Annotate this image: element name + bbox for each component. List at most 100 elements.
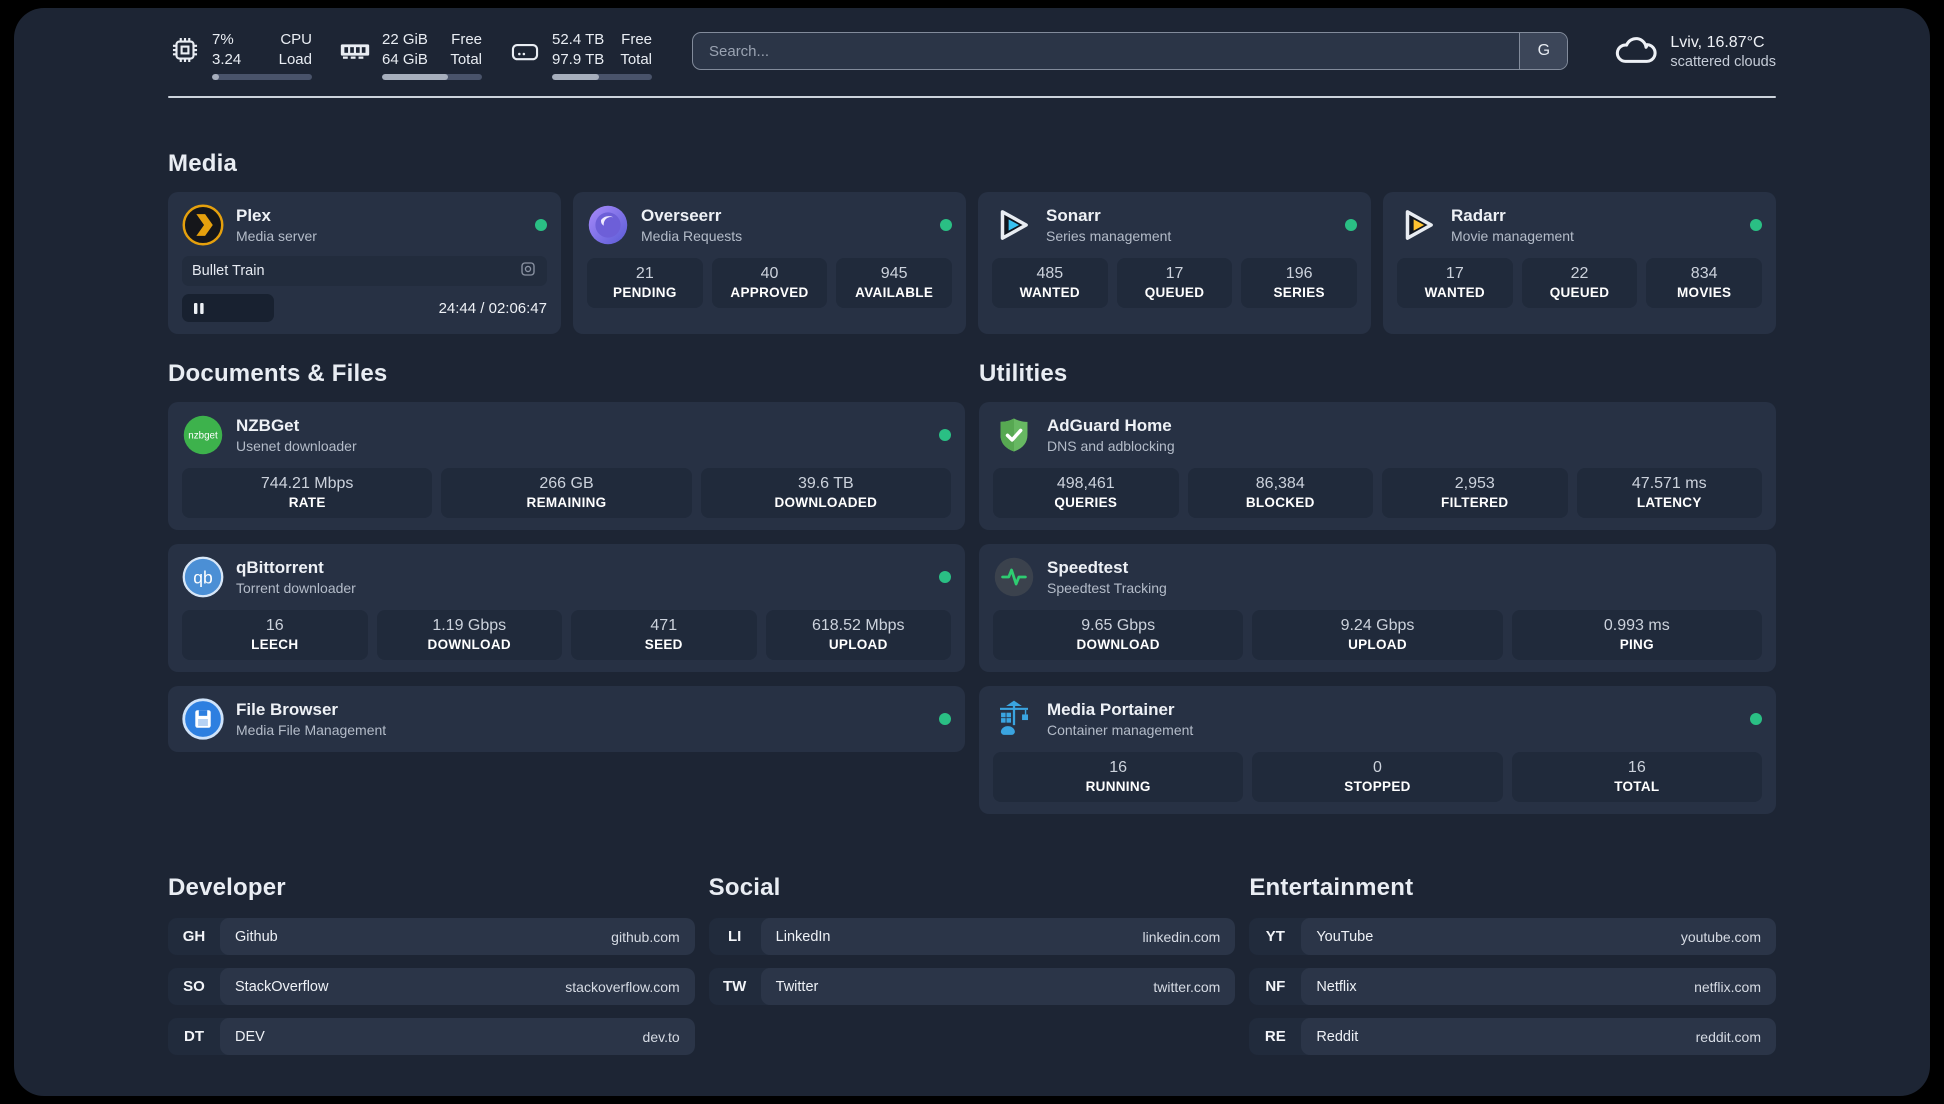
link-row-github[interactable]: GH Github github.com: [168, 918, 695, 955]
overseerr-icon: [587, 204, 629, 246]
stat-tile-filtered: 2,953 FILTERED: [1382, 468, 1568, 518]
link-row-dev[interactable]: DT DEV dev.to: [168, 1018, 695, 1055]
link-row-netflix[interactable]: NF Netflix netflix.com: [1249, 968, 1776, 1005]
link-row-linkedin[interactable]: LI LinkedIn linkedin.com: [708, 918, 1236, 955]
stat-tile-movies: 834 MOVIES: [1646, 258, 1762, 308]
section-title-social: Social: [708, 874, 781, 901]
qbittorrent-icon: qb: [182, 556, 224, 598]
sonarr-card[interactable]: Sonarr Series management 485 WANTED 17 Q…: [978, 192, 1371, 334]
stat-tile-upload: 618.52 Mbps UPLOAD: [765, 610, 951, 660]
playback-time: 24:44 / 02:06:47: [438, 299, 547, 317]
link-row-twitter[interactable]: TW Twitter twitter.com: [708, 968, 1236, 1005]
search-input[interactable]: [692, 32, 1569, 70]
app-name: qBittorrent: [236, 558, 324, 577]
dashboard-panel: 7% 3.24 CPU Load 22 GiB 64 GiB Free Tota…: [14, 8, 1930, 1096]
cpu-progress-bar: [212, 74, 312, 80]
portainer-card[interactable]: Media Portainer Container management 16 …: [979, 686, 1776, 814]
filebrowser-card[interactable]: File Browser Media File Management: [168, 686, 965, 752]
adguard-card[interactable]: AdGuard Home DNS and adblocking 498,461 …: [979, 402, 1776, 530]
pause-button[interactable]: [182, 294, 274, 322]
status-dot: [1345, 219, 1357, 231]
status-dot: [939, 571, 951, 583]
status-dot: [1750, 713, 1762, 725]
pause-icon: [194, 302, 204, 314]
link-row-reddit[interactable]: RE Reddit reddit.com: [1249, 1018, 1776, 1055]
stat-tile-download: 1.19 Gbps DOWNLOAD: [376, 610, 562, 660]
radarr-card[interactable]: Radarr Movie management 17 WANTED 22 QUE…: [1383, 192, 1776, 334]
link-abbr: LI: [727, 928, 742, 945]
qbittorrent-card[interactable]: qb qBittorrent Torrent downloader 16 LEE…: [168, 544, 965, 672]
stat-tile-upload: 9.24 Gbps UPLOAD: [1252, 610, 1503, 660]
app-name: Overseerr: [641, 206, 722, 225]
app-name: Radarr: [1451, 206, 1506, 225]
app-name: Sonarr: [1046, 206, 1101, 225]
status-dot: [939, 429, 951, 441]
search-engine-button[interactable]: G: [1519, 33, 1568, 69]
ram-free-value: 22 GiB: [382, 31, 428, 48]
cpu-stat-widget: 7% 3.24 CPU Load: [168, 30, 312, 80]
social-section: Social LI LinkedIn linkedin.com TW Twitt…: [708, 874, 1236, 1005]
disk-progress-bar: [552, 74, 652, 80]
cpu-icon: [168, 33, 202, 67]
stat-tile-seed: 471 SEED: [571, 610, 757, 660]
utilities-column: Utilities AdGuard Home DNS and adblockin…: [979, 360, 1776, 814]
radarr-icon: [1397, 204, 1439, 246]
ram-icon: [338, 33, 372, 67]
section-title-media: Media: [168, 150, 238, 177]
now-playing-title: Bullet Train: [192, 263, 265, 279]
stat-tile-wanted: 17 WANTED: [1397, 258, 1513, 308]
stat-tile-download: 9.65 Gbps DOWNLOAD: [993, 610, 1244, 660]
link-abbr: SO: [183, 978, 205, 995]
section-title-documents: Documents & Files: [168, 360, 388, 387]
link-name: YouTube: [1316, 928, 1374, 945]
app-description: DNS and adblocking: [1047, 438, 1175, 454]
link-name: Netflix: [1316, 978, 1357, 995]
camera-icon[interactable]: [519, 260, 537, 282]
storage-stat-widget: 52.4 TB 97.9 TB Free Total: [508, 30, 652, 80]
app-description: Movie management: [1451, 228, 1574, 244]
disk-total-label: Total: [620, 50, 652, 68]
disk-icon: [508, 33, 542, 67]
link-row-stackoverflow[interactable]: SO StackOverflow stackoverflow.com: [168, 968, 695, 1005]
nzbget-icon: nzbget: [182, 414, 224, 456]
svg-text:qb: qb: [193, 567, 212, 587]
app-name: AdGuard Home: [1047, 416, 1172, 435]
link-url: twitter.com: [1153, 978, 1221, 995]
sonarr-icon: [992, 204, 1034, 246]
link-name: Reddit: [1316, 1028, 1359, 1045]
plex-card[interactable]: Plex Media server Bullet Train 24:44 / 0…: [168, 192, 561, 334]
speedtest-card[interactable]: Speedtest Speedtest Tracking 9.65 Gbps D…: [979, 544, 1776, 672]
app-name: File Browser: [236, 700, 339, 719]
stat-tile-rate: 744.21 Mbps RATE: [182, 468, 433, 518]
speedtest-icon: [993, 556, 1035, 598]
overseerr-card[interactable]: Overseerr Media Requests 21 PENDING 40 A…: [573, 192, 966, 334]
app-description: Container management: [1047, 722, 1194, 738]
memory-stat-widget: 22 GiB 64 GiB Free Total: [338, 30, 482, 80]
weather-widget[interactable]: Lviv, 16.87°C scattered clouds: [1612, 30, 1776, 73]
app-name: Speedtest: [1047, 558, 1129, 577]
app-description: Media Requests: [641, 228, 743, 244]
link-row-youtube[interactable]: YT YouTube youtube.com: [1249, 918, 1776, 955]
status-dot: [940, 219, 952, 231]
filebrowser-icon: [182, 698, 224, 740]
link-name: DEV: [235, 1028, 265, 1045]
section-title-developer: Developer: [168, 874, 286, 901]
stat-tile-blocked: 86,384 BLOCKED: [1187, 468, 1373, 518]
stat-tile-running: 16 RUNNING: [993, 752, 1244, 802]
portainer-icon: [993, 698, 1035, 740]
stat-tile-remaining: 266 GB REMAINING: [441, 468, 692, 518]
topbar-divider: [168, 96, 1776, 98]
plex-icon: [182, 204, 224, 246]
status-dot: [939, 713, 951, 725]
status-dot: [535, 219, 547, 231]
disk-total-value: 97.9 TB: [552, 50, 605, 68]
cpu-usage-value: 7%: [212, 31, 234, 48]
app-name: Plex: [236, 206, 271, 225]
nzbget-card[interactable]: nzbget NZBGet Usenet downloader 744.21 M…: [168, 402, 965, 530]
link-name: Twitter: [775, 978, 819, 995]
svg-text:nzbget: nzbget: [188, 431, 218, 442]
top-bar: 7% 3.24 CPU Load 22 GiB 64 GiB Free Tota…: [168, 30, 1776, 80]
search-bar: G: [692, 32, 1569, 70]
link-abbr: DT: [184, 1028, 204, 1045]
adguard-icon: [993, 414, 1035, 456]
